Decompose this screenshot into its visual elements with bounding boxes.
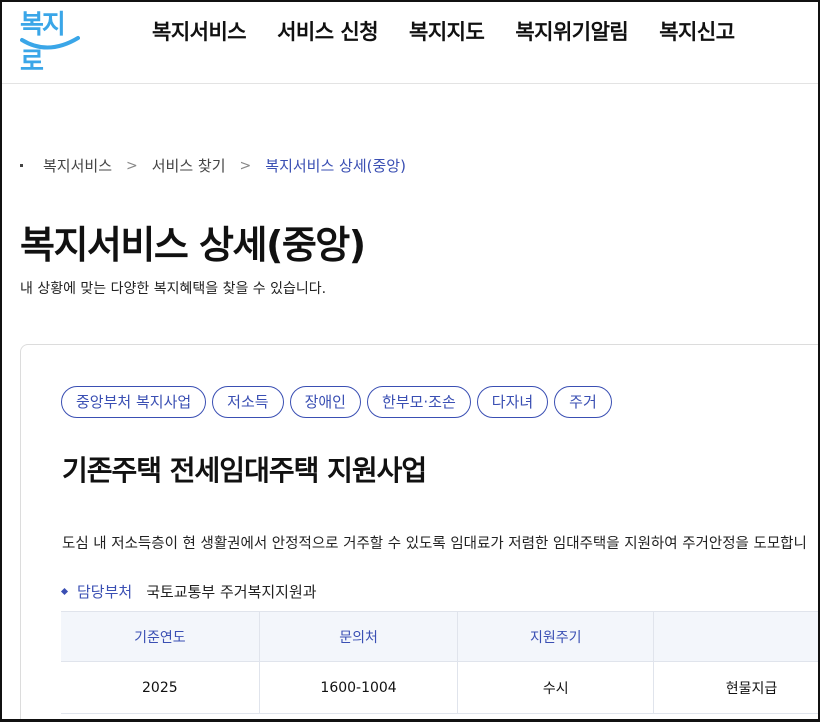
page-title: 복지서비스 상세(중앙) xyxy=(20,223,366,267)
table-cell-cycle: 수시 xyxy=(457,661,654,714)
department-label: 담당부처 xyxy=(77,583,133,601)
tag-disabled[interactable]: 장애인 xyxy=(289,386,361,418)
site-logo[interactable]: 복지로 xyxy=(16,4,82,77)
breadcrumb-separator-icon: > xyxy=(126,157,138,174)
logo-smile-icon xyxy=(20,36,80,50)
department-value: 국토교통부 주거복지지원과 xyxy=(146,583,317,601)
table-header-year: 기준연도 xyxy=(61,611,260,662)
table-row: 2025 1600-1004 수시 현물지급 xyxy=(61,661,818,714)
breadcrumb-item-welfare-service[interactable]: 복지서비스 xyxy=(43,155,112,176)
main-nav: 복지서비스 서비스 신청 복지지도 복지위기알림 복지신고 xyxy=(152,16,766,46)
page-description: 내 상황에 맞는 다양한 복지혜택을 찾을 수 있습니다. xyxy=(20,281,327,297)
service-title: 기존주택 전세임대주택 지원사업 xyxy=(62,454,427,487)
service-info-table: 기준연도 문의처 지원주기 2025 1600-1004 수시 현물지급 xyxy=(61,611,818,714)
breadcrumb: 복지서비스 > 서비스 찾기 > 복지서비스 상세(중앙) xyxy=(20,155,406,176)
table-header-cycle: 지원주기 xyxy=(457,611,654,662)
tag-single-parent[interactable]: 한부모·조손 xyxy=(366,386,471,418)
nav-welfare-map[interactable]: 복지지도 xyxy=(409,16,485,46)
table-cell-method: 현물지급 xyxy=(653,661,818,714)
site-header: 복지로 복지서비스 서비스 신청 복지지도 복지위기알림 복지신고 xyxy=(2,2,818,84)
nav-welfare-service[interactable]: 복지서비스 xyxy=(152,16,247,46)
breadcrumb-separator-icon: > xyxy=(239,157,252,174)
table-header-row: 기준연도 문의처 지원주기 xyxy=(61,611,818,662)
table-cell-year: 2025 xyxy=(61,661,260,714)
department-row: 담당부처 국토교통부 주거복지지원과 xyxy=(60,581,317,602)
nav-welfare-report[interactable]: 복지신고 xyxy=(659,16,735,46)
diamond-bullet-icon xyxy=(60,587,69,596)
nav-crisis-alert[interactable]: 복지위기알림 xyxy=(515,16,628,46)
table-header-contact: 문의처 xyxy=(259,611,459,662)
service-detail-card: 중앙부처 복지사업 저소득 장애인 한부모·조손 다자녀 주거 기존주택 전세임… xyxy=(20,344,818,719)
page-frame: 복지로 복지서비스 서비스 신청 복지지도 복지위기알림 복지신고 복지서비스 … xyxy=(0,0,820,722)
tag-central-welfare[interactable]: 중앙부처 복지사업 xyxy=(61,386,207,418)
nav-service-apply[interactable]: 서비스 신청 xyxy=(277,16,378,46)
table-cell-contact: 1600-1004 xyxy=(259,661,459,714)
table-header-method xyxy=(653,611,818,662)
breadcrumb-home-dot xyxy=(20,164,23,167)
tag-multi-child[interactable]: 다자녀 xyxy=(476,386,549,418)
tag-housing[interactable]: 주거 xyxy=(554,386,612,418)
tag-low-income[interactable]: 저소득 xyxy=(212,386,284,418)
breadcrumb-current: 복지서비스 상세(중앙) xyxy=(265,157,406,175)
service-description: 도심 내 저소득층이 현 생활권에서 안정적으로 거주할 수 있도록 임대료가 … xyxy=(62,536,807,552)
service-tags: 중앙부처 복지사업 저소득 장애인 한부모·조손 다자녀 주거 xyxy=(61,386,618,418)
breadcrumb-item-service-find[interactable]: 서비스 찾기 xyxy=(152,155,226,176)
